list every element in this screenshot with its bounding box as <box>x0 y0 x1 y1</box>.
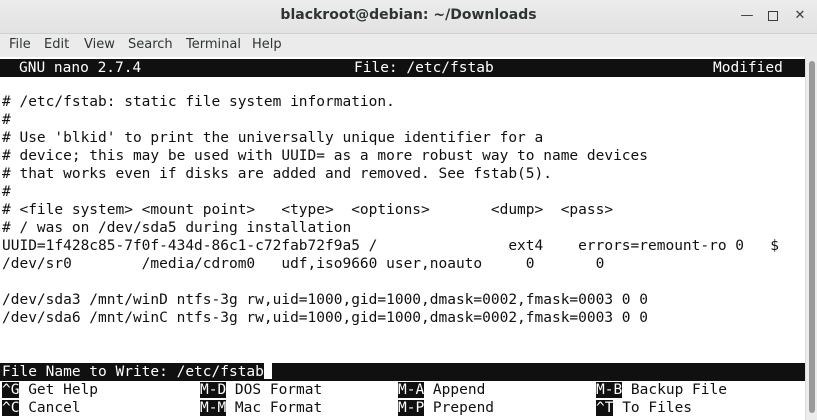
write-prompt[interactable]: File Name to Write: /etc/fstab <box>0 363 805 381</box>
file-line: # device; this may be used with UUID= as… <box>2 148 649 164</box>
nano-modified-status: Modified <box>713 60 783 76</box>
file-line: # / was on /dev/sda5 during installation <box>2 220 352 236</box>
maximize-icon[interactable] <box>765 8 781 24</box>
nano-header: GNU nano 2.7.4 File: /etc/fstab Modified <box>0 59 805 77</box>
close-icon[interactable]: ✕ <box>792 8 808 24</box>
shortcut-cancel[interactable]: ^C Cancel <box>2 399 81 417</box>
shortcut-key: ^T <box>596 400 614 416</box>
window-title: blackroot@debian: ~/Downloads <box>280 7 537 23</box>
shortcut-get-help[interactable]: ^G Get Help <box>2 381 98 399</box>
file-line: UUID=1f428c85-7f0f-434d-86c1-c72fab72f9a… <box>2 238 779 254</box>
shortcut-backup-file[interactable]: M-B Backup File <box>596 381 727 399</box>
shortcut-key: M-B <box>596 382 623 398</box>
shortcut-key: M-D <box>200 382 227 398</box>
file-line: # <box>2 184 11 200</box>
shortcut-label: Backup File <box>622 382 727 398</box>
terminal-area[interactable]: GNU nano 2.7.4 File: /etc/fstab Modified… <box>0 57 805 420</box>
shortcut-key: ^G <box>2 382 20 398</box>
menu-edit[interactable]: Edit <box>44 37 69 52</box>
menu-help[interactable]: Help <box>252 37 282 52</box>
shortcut-label: Append <box>424 382 486 398</box>
shortcut-label: DOS Format <box>226 382 323 398</box>
text-cursor <box>263 363 272 379</box>
shortcut-key: M-A <box>398 382 425 398</box>
file-line: # /etc/fstab: static file system informa… <box>2 94 395 110</box>
file-line: /dev/sda3 /mnt/winD ntfs-3g rw,uid=1000,… <box>2 292 649 308</box>
menu-terminal[interactable]: Terminal <box>186 37 241 52</box>
shortcut-label: Prepend <box>424 400 495 416</box>
shortcut-label: Mac Format <box>226 400 323 416</box>
file-line: /dev/sr0 /media/cdrom0 udf,iso9660 user,… <box>2 256 605 272</box>
menu-file[interactable]: File <box>9 37 31 52</box>
file-line: # that works even if disks are added and… <box>2 166 552 182</box>
shortcut-key: M-P <box>398 400 425 416</box>
shortcut-dos-format[interactable]: M-D DOS Format <box>200 381 322 399</box>
nano-filename: File: /etc/fstab <box>354 60 494 76</box>
vertical-scrollbar[interactable] <box>805 57 817 420</box>
title-bar[interactable]: blackroot@debian: ~/Downloads — ✕ <box>0 0 817 34</box>
shortcut-to-files[interactable]: ^T To Files <box>596 399 692 417</box>
shortcut-key: ^C <box>2 400 20 416</box>
file-line: # <file system> <mount point> <type> <op… <box>2 202 614 218</box>
nano-version: GNU nano 2.7.4 <box>19 60 142 76</box>
file-line: # Use 'blkid' to print the universally u… <box>2 130 544 146</box>
terminal-window: blackroot@debian: ~/Downloads — ✕ File E… <box>0 0 817 420</box>
file-line: /dev/sda6 /mnt/winC ntfs-3g rw,uid=1000,… <box>2 310 649 326</box>
minimize-icon[interactable]: — <box>739 8 755 24</box>
write-prompt-text: File Name to Write: /etc/fstab <box>2 364 264 380</box>
shortcut-mac-format[interactable]: M-M Mac Format <box>200 399 322 417</box>
shortcut-label: To Files <box>613 400 693 416</box>
scrollbar-thumb[interactable] <box>809 61 815 413</box>
menu-bar: File Edit View Search Terminal Help <box>0 34 817 57</box>
shortcut-prepend[interactable]: M-P Prepend <box>398 399 494 417</box>
shortcut-label: Cancel <box>19 400 81 416</box>
shortcut-label: Get Help <box>19 382 99 398</box>
file-line: # <box>2 112 11 128</box>
menu-search[interactable]: Search <box>128 37 173 52</box>
shortcut-append[interactable]: M-A Append <box>398 381 485 399</box>
menu-view[interactable]: View <box>84 37 115 52</box>
shortcut-key: M-M <box>200 400 227 416</box>
